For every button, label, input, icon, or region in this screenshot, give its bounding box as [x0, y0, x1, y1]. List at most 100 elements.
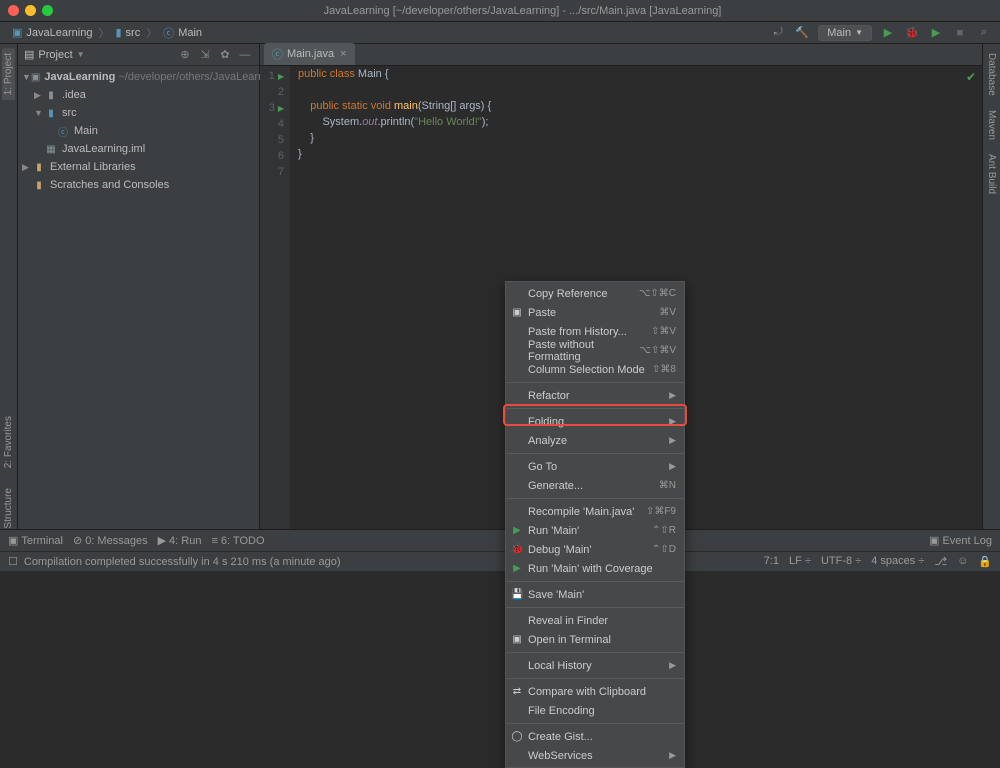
tree-iml[interactable]: ▦JavaLearning.iml	[18, 140, 259, 158]
editor-tabs: ⓒ Main.java ×	[260, 44, 982, 66]
menu-analyze[interactable]: Analyze▶	[506, 431, 684, 450]
left-tool-strip: 1: Project 2: Favorites 7: Structure	[0, 44, 18, 551]
ant-tool-tab[interactable]: Ant Build	[985, 149, 998, 199]
menu-open-terminal[interactable]: ▣Open in Terminal	[506, 630, 684, 649]
compare-icon: ⇄	[511, 686, 523, 697]
project-tool-tab[interactable]: 1: Project	[2, 48, 15, 100]
lock-icon[interactable]: 🔒	[978, 555, 992, 568]
breadcrumb-sep: 〉	[146, 25, 157, 41]
breadcrumb-root[interactable]: ▣JavaLearning	[8, 26, 96, 39]
menu-webservices[interactable]: WebServices▶	[506, 746, 684, 765]
menu-paste-no-format[interactable]: Paste without Formatting⌥⇧⌘V	[506, 341, 684, 360]
settings-icon[interactable]: ✿	[217, 47, 233, 63]
menu-compare-clipboard[interactable]: ⇄Compare with Clipboard	[506, 682, 684, 701]
window-title: JavaLearning [~/developer/others/JavaLea…	[53, 5, 992, 17]
menu-goto[interactable]: Go To▶	[506, 457, 684, 476]
maximize-window[interactable]	[42, 5, 53, 16]
tree-src[interactable]: ▼▮src	[18, 104, 259, 122]
chevron-right-icon: ▶	[669, 750, 676, 761]
tree-external[interactable]: ▶▮External Libraries	[18, 158, 259, 176]
coverage-icon: ▶	[511, 563, 523, 574]
line-ending[interactable]: LF ÷	[789, 555, 811, 568]
menu-save[interactable]: 💾Save 'Main'	[506, 585, 684, 604]
menu-recompile[interactable]: Recompile 'Main.java'⇧⌘F9	[506, 502, 684, 521]
ide-status-icon[interactable]: ☐	[8, 555, 18, 568]
database-tool-tab[interactable]: Database	[985, 48, 998, 101]
terminal-icon: ▣	[511, 634, 523, 645]
tab-main[interactable]: ⓒ Main.java ×	[264, 43, 355, 65]
menu-paste[interactable]: ▣Paste⌘V	[506, 303, 684, 322]
chevron-right-icon: ▶	[669, 390, 676, 401]
git-branch-icon[interactable]: ⎇	[934, 555, 947, 568]
breadcrumb-sep: 〉	[98, 25, 109, 41]
tree-main[interactable]: ⓒMain	[18, 122, 259, 140]
file-encoding[interactable]: UTF-8 ÷	[821, 555, 861, 568]
debug-icon: 🐞	[511, 544, 523, 555]
run-tab[interactable]: ▶ 4: Run	[158, 534, 202, 547]
status-message: Compilation completed successfully in 4 …	[24, 556, 341, 568]
save-icon: 💾	[511, 589, 523, 600]
menu-separator	[506, 382, 684, 383]
todo-tab[interactable]: ≡ 6: TODO	[211, 535, 264, 547]
breadcrumb-file[interactable]: ⓒMain	[159, 25, 206, 41]
tree-idea[interactable]: ▶▮.idea	[18, 86, 259, 104]
java-file-icon: ⓒ	[272, 46, 283, 62]
minimize-window[interactable]	[25, 5, 36, 16]
project-tree: ▼▣JavaLearning ~/developer/others/JavaLe…	[18, 66, 259, 196]
menu-create-gist[interactable]: ◯Create Gist...	[506, 727, 684, 746]
menu-separator	[506, 498, 684, 499]
menu-local-history[interactable]: Local History▶	[506, 656, 684, 675]
menu-file-encoding[interactable]: File Encoding	[506, 701, 684, 720]
menu-separator	[506, 453, 684, 454]
breadcrumb-src[interactable]: ▮src	[111, 26, 144, 39]
coverage-icon[interactable]: ▶	[928, 25, 944, 41]
close-tab-icon[interactable]: ×	[340, 48, 346, 60]
run-icon[interactable]: ▶	[880, 25, 896, 41]
menu-generate[interactable]: Generate...⌘N	[506, 476, 684, 495]
status-bar: ☐ Compilation completed successfully in …	[0, 551, 1000, 571]
event-log-tab[interactable]: ▣ Event Log	[929, 534, 992, 547]
menu-separator	[506, 678, 684, 679]
inspection-ok-icon[interactable]: ✔	[966, 70, 976, 84]
search-icon[interactable]: ⌕	[976, 25, 992, 41]
caret-position[interactable]: 7:1	[764, 555, 779, 568]
locate-icon[interactable]: ⊕	[177, 47, 193, 63]
menu-separator	[506, 408, 684, 409]
tree-root[interactable]: ▼▣JavaLearning ~/developer/others/JavaLe…	[18, 68, 259, 86]
debug-icon[interactable]: 🐞	[904, 25, 920, 41]
build-icon[interactable]: 🔨	[794, 25, 810, 41]
run-gutter-icon[interactable]: ▶	[278, 104, 284, 113]
menu-debug-main[interactable]: 🐞Debug 'Main'⌃⇧D	[506, 540, 684, 559]
indent-setting[interactable]: 4 spaces ÷	[871, 555, 924, 568]
chevron-right-icon: ▶	[669, 660, 676, 671]
messages-tab[interactable]: ⊘ 0: Messages	[73, 534, 148, 547]
close-window[interactable]	[8, 5, 19, 16]
favorites-tool-tab[interactable]: 2: Favorites	[2, 411, 15, 473]
window-controls	[8, 5, 53, 16]
collapse-icon[interactable]: ⇲	[197, 47, 213, 63]
tree-scratches[interactable]: ▮Scratches and Consoles	[18, 176, 259, 194]
menu-column-selection[interactable]: Column Selection Mode⇧⌘8	[506, 360, 684, 379]
sync-icon[interactable]: ⤾	[770, 25, 786, 41]
terminal-tab[interactable]: ▣ Terminal	[8, 534, 63, 547]
menu-separator	[506, 652, 684, 653]
inspector-icon[interactable]: ☺	[957, 555, 968, 568]
run-gutter-icon[interactable]: ▶	[278, 72, 284, 81]
menu-run-main[interactable]: ▶Run 'Main'⌃⇧R	[506, 521, 684, 540]
stop-icon[interactable]: ■	[952, 25, 968, 41]
menu-reveal-finder[interactable]: Reveal in Finder	[506, 611, 684, 630]
maven-tool-tab[interactable]: Maven	[985, 105, 998, 145]
editor-context-menu: Copy Reference⌥⇧⌘C ▣Paste⌘V Paste from H…	[505, 281, 685, 768]
menu-coverage[interactable]: ▶Run 'Main' with Coverage	[506, 559, 684, 578]
hide-icon[interactable]: —	[237, 47, 253, 63]
code-content[interactable]: public class Main { public static void m…	[290, 66, 491, 551]
menu-refactor[interactable]: Refactor▶	[506, 386, 684, 405]
menu-copy-reference[interactable]: Copy Reference⌥⇧⌘C	[506, 284, 684, 303]
editor-gutter: 1▶ 2 3▶ 4 5 6 7	[260, 66, 290, 551]
run-config-selector[interactable]: Main▼	[818, 25, 872, 41]
menu-separator	[506, 723, 684, 724]
titlebar: JavaLearning [~/developer/others/JavaLea…	[0, 0, 1000, 22]
tab-label: Main.java	[287, 48, 334, 60]
menu-separator	[506, 581, 684, 582]
menu-folding[interactable]: Folding▶	[506, 412, 684, 431]
